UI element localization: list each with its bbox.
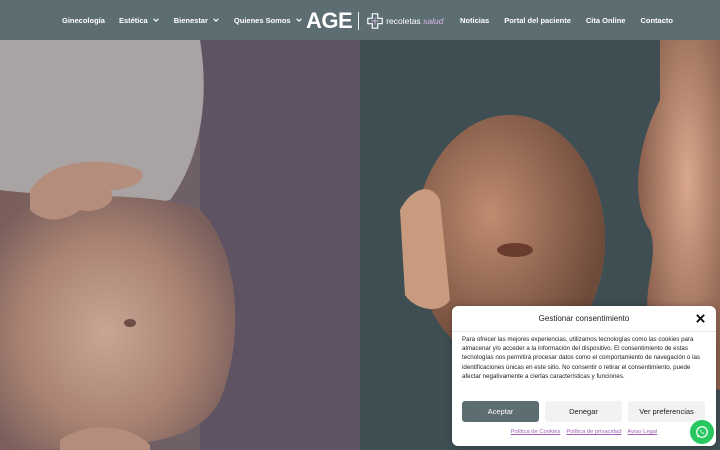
whatsapp-icon (696, 426, 708, 438)
logo-age: AGE (306, 8, 353, 33)
privacy-policy-link[interactable]: Política de privacidad (566, 429, 621, 435)
site-header: Ginecología Estética Bienestar Quienes S… (0, 0, 720, 40)
legal-notice-link[interactable]: Aviso Legal (627, 429, 657, 435)
pregnancy-photo (0, 40, 360, 450)
chevron-down-icon (213, 18, 219, 23)
consent-links: Política de Cookies Política de privacid… (452, 429, 716, 435)
nav-item-label: Quienes Somos (233, 15, 291, 25)
hero-image-pregnancy[interactable] (0, 40, 360, 450)
deny-button[interactable]: Denegar (545, 401, 622, 422)
site-logo[interactable]: AGE recoletas salud (306, 8, 443, 34)
cookie-policy-link[interactable]: Política de Cookies (511, 429, 561, 435)
logo-brand: recoletas (386, 16, 421, 26)
nav-item-label: Ginecología (62, 15, 105, 25)
recoletas-cross-icon (367, 13, 383, 29)
cookie-consent-dialog: Gestionar consentimiento Para ofrecer la… (452, 306, 716, 446)
nav-item-label: Cita Online (585, 15, 626, 25)
nav-item-estetica[interactable]: Estética (119, 16, 160, 25)
consent-title: Gestionar consentimiento (538, 314, 630, 323)
nav-item-bienestar[interactable]: Bienestar (174, 16, 220, 25)
preferences-button[interactable]: Ver preferencias (628, 401, 705, 422)
nav-item-label: Contacto (640, 15, 673, 25)
whatsapp-button[interactable] (690, 420, 714, 444)
nav-item-label: Portal del paciente (504, 15, 571, 25)
close-icon[interactable] (695, 313, 706, 324)
nav-item-label: Bienestar (173, 15, 208, 25)
nav-item-label: Noticias (460, 15, 490, 25)
nav-item-label: Estética (118, 15, 148, 25)
accept-button[interactable]: Aceptar (462, 401, 539, 422)
nav-item-cita-online[interactable]: Cita Online (586, 16, 626, 25)
logo-divider (358, 12, 360, 30)
nav-item-noticias[interactable]: Noticias (460, 16, 489, 25)
chevron-down-icon (152, 18, 159, 23)
nav-item-contacto[interactable]: Contacto (640, 16, 673, 25)
nav-item-ginecologia[interactable]: Ginecología (62, 16, 105, 25)
nav-item-portal-paciente[interactable]: Portal del paciente (504, 16, 571, 25)
logo-brand-accent: salud (423, 16, 444, 26)
consent-divider (452, 331, 716, 332)
consent-body-text: Para ofrecer las mejores experiencias, u… (462, 336, 701, 380)
logo-brand-text: recoletas salud (386, 16, 443, 26)
chevron-down-icon (295, 18, 302, 23)
main-nav-right: Noticias Portal del paciente Cita Online… (460, 0, 688, 40)
main-nav-left: Ginecología Estética Bienestar Quienes S… (62, 0, 317, 40)
nav-item-quienes-somos[interactable]: Quienes Somos (234, 16, 303, 25)
